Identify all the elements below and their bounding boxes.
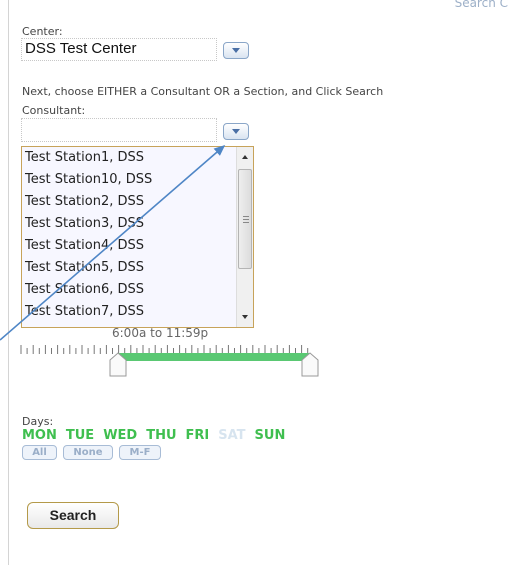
day-toggle[interactable]: MON bbox=[22, 428, 57, 443]
days-all-button[interactable]: All bbox=[22, 445, 57, 460]
annotation-arrow bbox=[0, 144, 226, 341]
days-row: MON TUE WED THU FRI SAT SUN bbox=[22, 428, 294, 443]
day-toggle[interactable]: WED bbox=[103, 428, 137, 443]
day-toggle[interactable]: THU bbox=[146, 428, 176, 443]
day-toggle[interactable]: FRI bbox=[186, 428, 210, 443]
days-weekdays-button[interactable]: M-F bbox=[119, 445, 161, 460]
search-button[interactable]: Search bbox=[27, 502, 119, 529]
days-none-button[interactable]: None bbox=[63, 445, 113, 460]
day-toggle[interactable]: SUN bbox=[255, 428, 286, 443]
day-toggle[interactable]: TUE bbox=[66, 428, 94, 443]
days-label: Days: bbox=[22, 415, 54, 428]
day-toggle[interactable]: SAT bbox=[218, 428, 245, 443]
